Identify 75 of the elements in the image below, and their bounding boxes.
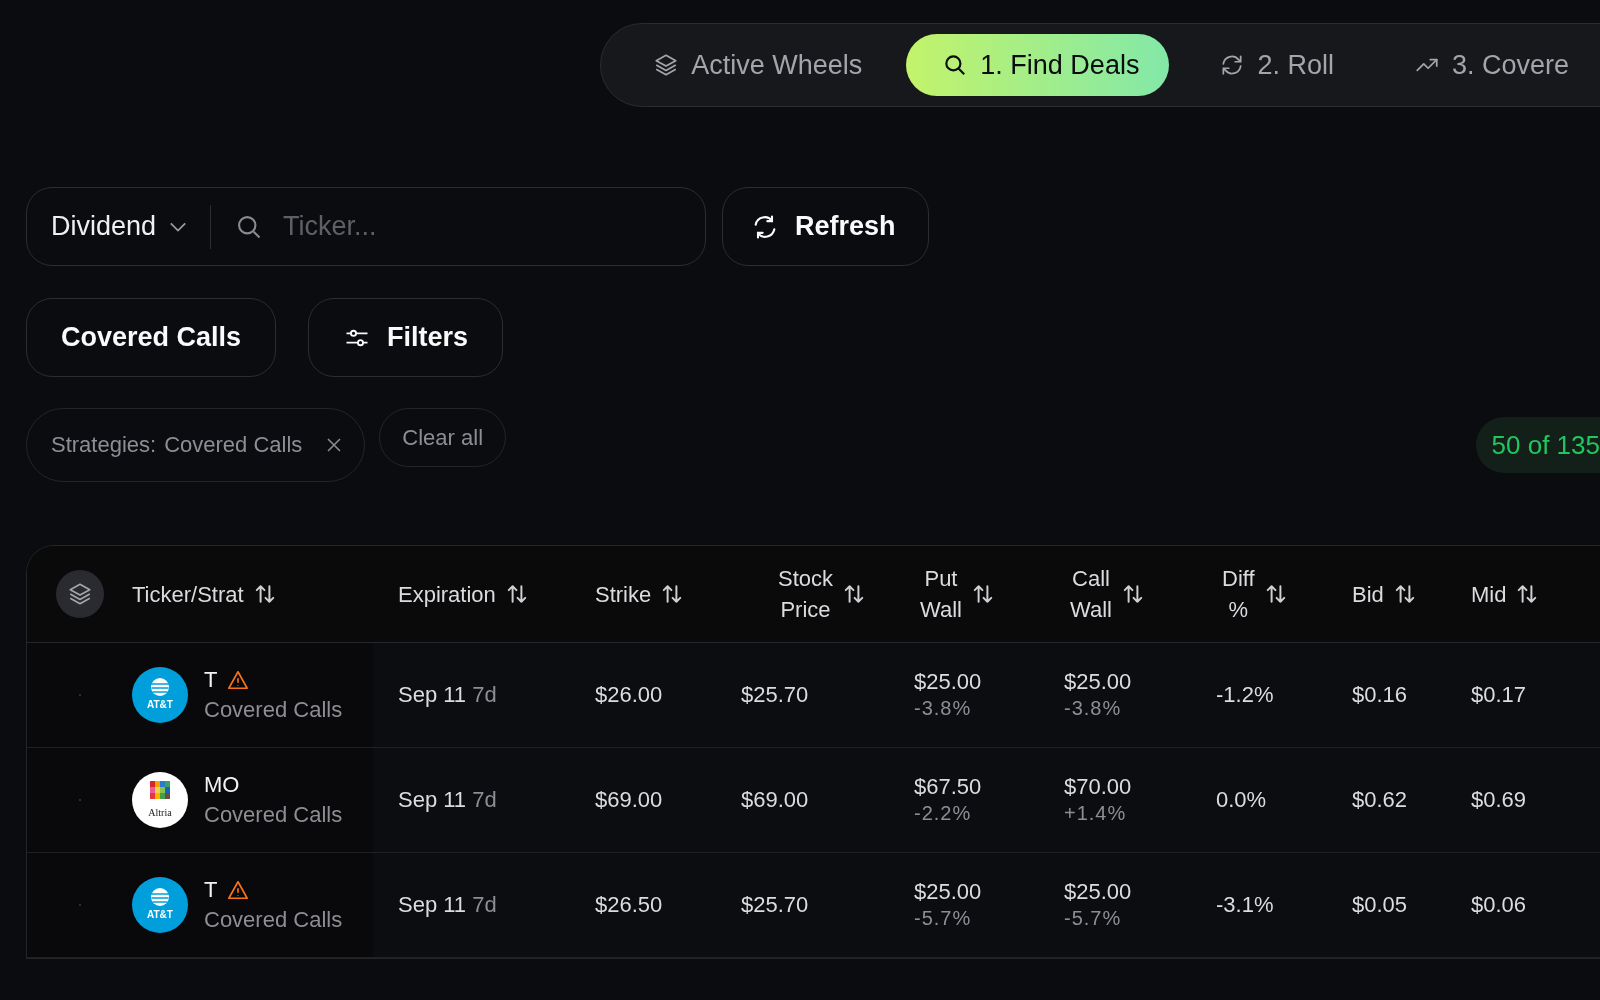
sort-icon[interactable] — [1121, 583, 1144, 605]
ticker-symbol: T — [204, 877, 218, 903]
nav-tab[interactable]: Active Wheels — [617, 34, 893, 96]
company-logo: AT&T — [132, 877, 188, 933]
sort-icon[interactable] — [1393, 583, 1416, 605]
put-wall-percent: -3.8% — [914, 696, 972, 721]
nav-tab[interactable]: 2. Roll — [1183, 34, 1364, 96]
column-header: Put Wall — [920, 565, 962, 624]
nav-tab[interactable]: 1. Find Deals — [906, 34, 1170, 96]
bid-price: $0.62 — [1352, 787, 1408, 813]
column-header: Bid — [1352, 580, 1384, 609]
mid-price: $0.06 — [1471, 892, 1527, 918]
layers-icon — [653, 52, 680, 78]
refresh-button[interactable]: Refresh — [722, 187, 929, 266]
stock-price: $25.70 — [741, 892, 809, 918]
strike-price: $26.00 — [595, 682, 663, 708]
result-count: 50 of 135 — [1475, 417, 1600, 473]
column-header: Stock Price — [778, 565, 833, 624]
ticker-search-field[interactable]: Ticker... — [281, 210, 681, 243]
strike-price: $69.00 — [595, 787, 663, 813]
mid-price: $0.69 — [1471, 787, 1527, 813]
layers-button[interactable] — [55, 570, 104, 618]
mid-price: $0.17 — [1471, 682, 1527, 708]
sort-icon[interactable] — [1516, 583, 1539, 605]
call-wall-price: $25.00 — [1064, 668, 1132, 695]
call-wall-price: $25.00 — [1064, 878, 1132, 905]
column-header: Strike — [595, 580, 652, 609]
diff-percent: -1.2% — [1216, 682, 1274, 708]
column-header: Mid — [1471, 580, 1507, 609]
put-wall-percent: -2.2% — [914, 801, 972, 826]
put-wall-price: $25.00 — [914, 878, 982, 905]
days-to-expiry: 7d — [472, 787, 497, 813]
strategy-name: Covered Calls — [204, 907, 343, 933]
stock-price: $25.70 — [741, 682, 809, 708]
category-dropdown[interactable]: Dividend — [51, 211, 191, 242]
call-wall-percent: +1.4% — [1064, 801, 1127, 826]
days-to-expiry: 7d — [472, 682, 497, 708]
ticker-symbol: MO — [204, 772, 240, 798]
filters-button[interactable]: Filters — [308, 298, 504, 377]
bid-price: $0.16 — [1352, 682, 1408, 708]
expiration-date: Sep 11 — [398, 892, 467, 918]
days-to-expiry: 7d — [472, 892, 497, 918]
sort-icon[interactable] — [971, 583, 994, 605]
stock-price: $69.00 — [741, 787, 809, 813]
strategy-button[interactable]: Covered Calls — [26, 298, 277, 377]
sort-icon[interactable] — [253, 583, 276, 605]
put-wall-percent: -5.7% — [914, 906, 972, 931]
column-header: Call Wall — [1070, 565, 1112, 624]
strategy-name: Covered Calls — [204, 697, 343, 723]
column-header: Expiration — [398, 580, 496, 609]
strike-price: $26.50 — [595, 892, 663, 918]
sort-icon[interactable] — [505, 583, 528, 605]
filter-label: Strategies: — [51, 432, 157, 458]
ticker-symbol: T — [204, 667, 218, 693]
company-logo: Altria — [132, 772, 188, 828]
sort-icon[interactable] — [661, 583, 684, 605]
call-wall-percent: -5.7% — [1064, 906, 1122, 931]
call-wall-percent: -3.8% — [1064, 696, 1122, 721]
diff-percent: 0.0% — [1216, 787, 1267, 813]
bid-price: $0.05 — [1352, 892, 1408, 918]
put-wall-price: $25.00 — [914, 668, 982, 695]
filter-value: Covered Calls — [164, 432, 303, 458]
column-header: Diff % — [1222, 565, 1255, 624]
nav-tab[interactable]: 3. Covere — [1377, 34, 1599, 96]
strategy-name: Covered Calls — [204, 802, 343, 828]
expiration-date: Sep 11 — [398, 787, 467, 813]
column-header: Ticker/Strat — [132, 580, 244, 609]
sort-icon[interactable] — [843, 583, 865, 605]
diff-percent: -3.1% — [1216, 892, 1274, 918]
layers-icon — [66, 581, 93, 607]
call-wall-price: $70.00 — [1064, 773, 1132, 800]
company-logo: AT&T — [132, 667, 188, 723]
put-wall-price: $67.50 — [914, 773, 982, 800]
expiration-date: Sep 11 — [398, 682, 467, 708]
sort-icon[interactable] — [1264, 583, 1287, 605]
